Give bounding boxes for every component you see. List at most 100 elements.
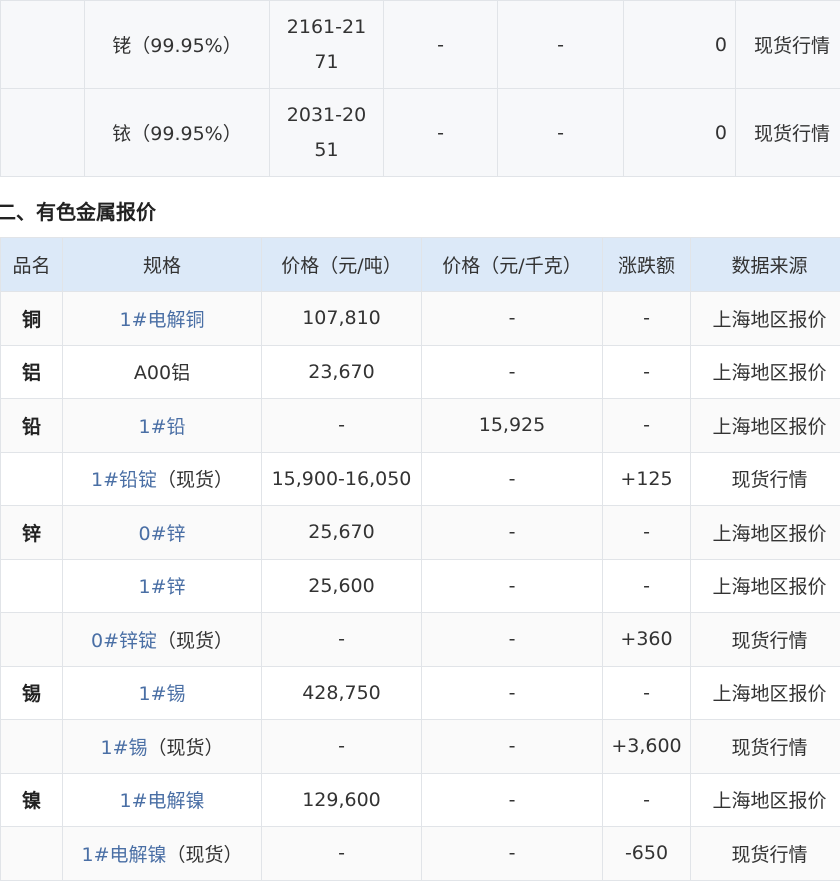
table-row: 锌0#锌25,670--上海地区报价 xyxy=(1,506,840,560)
price-kg-cell: - xyxy=(422,506,603,560)
price-ton-cell: 428,750 xyxy=(262,666,422,720)
change-cell: 0 xyxy=(624,1,736,89)
table-row: 铅1#铅-15,925-上海地区报价 xyxy=(1,399,840,453)
value-cell: - xyxy=(498,1,624,89)
source-cell: 上海地区报价 xyxy=(691,506,840,560)
metal-name xyxy=(1,827,63,881)
price-ton-cell: 23,670 xyxy=(262,345,422,399)
price-ton-cell: - xyxy=(262,399,422,453)
source-cell: 现货行情 xyxy=(691,613,840,667)
table-row: 1#锌25,600--上海地区报价 xyxy=(1,559,840,613)
change-cell: - xyxy=(603,345,691,399)
spec-link[interactable]: 1#锡 xyxy=(100,737,147,759)
source-cell: 上海地区报价 xyxy=(691,292,840,346)
header-name: 品名 xyxy=(1,238,63,292)
product-name: 铑（99.95%） xyxy=(85,1,270,89)
spec-cell[interactable]: 1#锌 xyxy=(63,559,262,613)
source-cell: 上海地区报价 xyxy=(691,345,840,399)
header-price-kg: 价格（元/千克） xyxy=(422,238,603,292)
source-cell: 上海地区报价 xyxy=(691,666,840,720)
spec-cell[interactable]: 0#锌 xyxy=(63,506,262,560)
product-name: 铱（99.95%） xyxy=(85,89,270,177)
section-title: 二、有色金属报价 xyxy=(0,196,156,225)
change-cell: - xyxy=(603,666,691,720)
value-cell: - xyxy=(384,1,498,89)
table-row: 铱（99.95%）2031-2051--0现货行情 xyxy=(1,89,840,177)
spec-link[interactable]: 1#锌 xyxy=(138,576,185,598)
spec-cell[interactable]: 1#电解镍（现货） xyxy=(63,827,262,881)
change-cell: 0 xyxy=(624,89,736,177)
metal-name xyxy=(1,613,63,667)
spec-suffix: （现货） xyxy=(157,630,233,652)
spec-link[interactable]: 1#电解铜 xyxy=(119,309,204,331)
table-row: 锡1#锡428,750--上海地区报价 xyxy=(1,666,840,720)
price-ton-cell: - xyxy=(262,720,422,774)
table-row: 1#电解镍（现货）---650现货行情 xyxy=(1,827,840,881)
metal-name: 铅 xyxy=(1,399,63,453)
price-ton-cell: - xyxy=(262,827,422,881)
metal-name: 铝 xyxy=(1,345,63,399)
change-cell: - xyxy=(603,559,691,613)
metal-name xyxy=(1,559,63,613)
spec-cell[interactable]: 1#锡（现货） xyxy=(63,720,262,774)
spec-cell[interactable]: 0#锌锭（现货） xyxy=(63,613,262,667)
change-cell: +360 xyxy=(603,613,691,667)
spec-link[interactable]: 1#铅锭 xyxy=(91,469,157,491)
spec-cell[interactable]: 1#铅 xyxy=(63,399,262,453)
change-cell: - xyxy=(603,773,691,827)
empty-cell xyxy=(1,89,85,177)
metal-name xyxy=(1,720,63,774)
spec-link[interactable]: 1#铅 xyxy=(138,416,185,438)
metal-name: 锡 xyxy=(1,666,63,720)
table-row: 铑（99.95%）2161-2171--0现货行情 xyxy=(1,1,840,89)
precious-metals-table-continued: 铑（99.95%）2161-2171--0现货行情铱（99.95%）2031-2… xyxy=(0,0,840,177)
spec-cell[interactable]: 1#电解铜 xyxy=(63,292,262,346)
price-kg-cell: - xyxy=(422,666,603,720)
spec-link[interactable]: 0#锌锭 xyxy=(91,630,157,652)
metal-name: 铜 xyxy=(1,292,63,346)
price-kg-cell: - xyxy=(422,720,603,774)
price-kg-cell: - xyxy=(422,827,603,881)
price-range: 2031-2051 xyxy=(270,89,384,177)
table-row: 镍1#电解镍129,600--上海地区报价 xyxy=(1,773,840,827)
source-cell: 现货行情 xyxy=(691,720,840,774)
change-cell: - xyxy=(603,399,691,453)
metal-name xyxy=(1,452,63,506)
price-kg-cell: - xyxy=(422,773,603,827)
price-kg-cell: - xyxy=(422,292,603,346)
spec-link[interactable]: 1#电解镍 xyxy=(119,790,204,812)
source-cell: 上海地区报价 xyxy=(691,399,840,453)
spec-suffix: （现货） xyxy=(157,469,233,491)
change-cell: -650 xyxy=(603,827,691,881)
source-cell: 上海地区报价 xyxy=(691,773,840,827)
source-cell: 现货行情 xyxy=(691,827,840,881)
spec-link[interactable]: 0#锌 xyxy=(138,523,185,545)
source-cell: 现货行情 xyxy=(691,452,840,506)
table-row: 铜1#电解铜107,810--上海地区报价 xyxy=(1,292,840,346)
price-kg-cell: - xyxy=(422,345,603,399)
source-cell: 现货行情 xyxy=(736,89,840,177)
price-range: 2161-2171 xyxy=(270,1,384,89)
metal-name: 锌 xyxy=(1,506,63,560)
header-change: 涨跌额 xyxy=(603,238,691,292)
spec-cell[interactable]: 1#铅锭（现货） xyxy=(63,452,262,506)
change-cell: +125 xyxy=(603,452,691,506)
price-kg-cell: - xyxy=(422,559,603,613)
price-ton-cell: 15,900-16,050 xyxy=(262,452,422,506)
spec-cell[interactable]: 1#电解镍 xyxy=(63,773,262,827)
spec-suffix: （现货） xyxy=(148,737,224,759)
spec-suffix: A00铝 xyxy=(134,362,190,384)
spec-suffix: （现货） xyxy=(167,844,243,866)
source-cell: 上海地区报价 xyxy=(691,559,840,613)
spec-link[interactable]: 1#电解镍 xyxy=(81,844,166,866)
price-kg-cell: - xyxy=(422,452,603,506)
table-row: 0#锌锭（现货）--+360现货行情 xyxy=(1,613,840,667)
price-ton-cell: 25,670 xyxy=(262,506,422,560)
metal-name: 镍 xyxy=(1,773,63,827)
spec-cell[interactable]: 1#锡 xyxy=(63,666,262,720)
spec-cell[interactable]: A00铝 xyxy=(63,345,262,399)
change-cell: +3,600 xyxy=(603,720,691,774)
header-source: 数据来源 xyxy=(691,238,840,292)
source-cell: 现货行情 xyxy=(736,1,840,89)
spec-link[interactable]: 1#锡 xyxy=(138,683,185,705)
